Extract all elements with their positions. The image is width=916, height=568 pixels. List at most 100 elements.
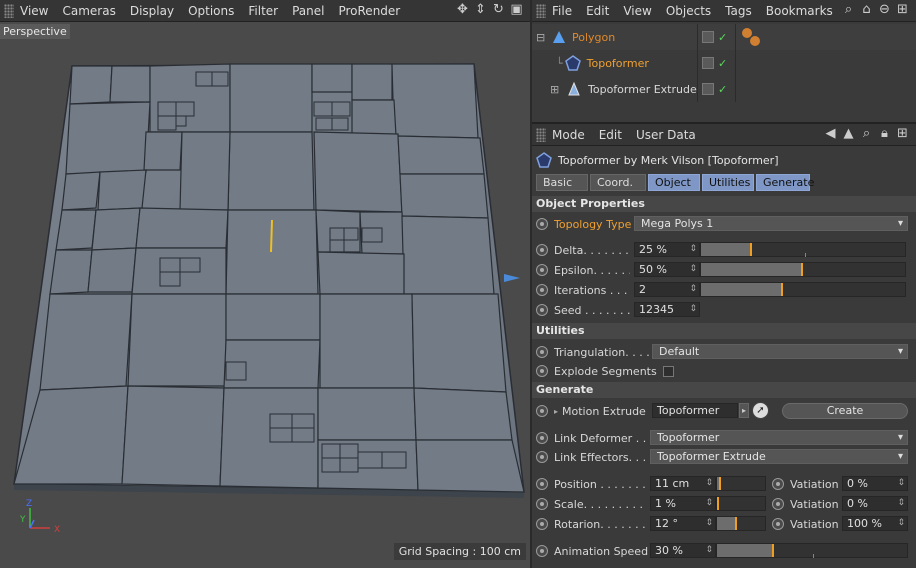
up-arrow-icon[interactable]: ▲ [841,126,856,141]
position-field[interactable]: 11 cm [650,476,716,491]
rotation-variation-field[interactable]: 100 % [842,516,908,531]
visibility-toggle[interactable] [702,31,714,43]
animate-radio[interactable] [536,264,548,276]
home-icon[interactable]: ⌂ [859,2,874,17]
object-row[interactable]: ⊟ Polygon ✓ [532,24,916,50]
menu-panel[interactable]: Panel [292,4,324,18]
link-deformer-dropdown[interactable]: Topoformer [650,430,908,445]
search-icon[interactable]: ⌕ [841,2,856,17]
expand-arrow-icon[interactable]: ▸ [554,407,558,416]
create-button[interactable]: Create [782,403,908,419]
new-window-icon[interactable]: ⊞ [895,126,910,141]
menu-prorender[interactable]: ProRender [338,4,400,18]
material-tag-icon[interactable] [740,26,762,48]
menu-display[interactable]: Display [130,4,174,18]
delta-slider[interactable] [700,242,906,257]
tab-coord[interactable]: Coord. [590,174,646,191]
animate-radio[interactable] [536,284,548,296]
animate-radio[interactable] [772,478,784,490]
position-slider[interactable] [716,476,766,491]
visibility-toggle[interactable] [702,83,714,95]
pentagon-icon [536,152,552,168]
menu-file[interactable]: File [552,4,572,18]
move-view-icon[interactable]: ✥ [455,2,470,17]
menu-user-data[interactable]: User Data [636,128,696,142]
lock-icon[interactable]: 🔒︎ [877,126,892,141]
animate-radio[interactable] [536,451,548,463]
dolly-view-icon[interactable]: ⇕ [473,2,488,17]
menu-edit[interactable]: Edit [599,128,622,142]
grip-handle[interactable] [536,3,546,18]
link-effectors-dropdown[interactable]: Topoformer Extrude [650,449,908,464]
menu-tags[interactable]: Tags [725,4,752,18]
rotation-row: Rotarion. . . . . . . [536,515,648,533]
link-effectors-label: Link Effectors. . . . [554,450,654,464]
maximize-view-icon[interactable]: ▣ [509,2,524,17]
object-row[interactable]: └ Topoformer ✓ [532,50,916,76]
iterations-field[interactable]: 2 [634,282,700,297]
expand-icon[interactable]: ⊞ [550,83,564,96]
position-variation-label: Vatiation [790,477,839,491]
pick-object-icon[interactable]: ➚ [752,402,769,419]
iterations-slider[interactable] [700,282,906,297]
visibility-toggle[interactable] [702,57,714,69]
enabled-check-icon[interactable]: ✓ [718,57,727,70]
animate-radio[interactable] [772,518,784,530]
collapse-icon[interactable]: ⊟ [536,31,550,44]
menu-cameras[interactable]: Cameras [62,4,115,18]
animate-radio[interactable] [536,498,548,510]
enabled-check-icon[interactable]: ✓ [718,31,727,44]
animate-radio[interactable] [772,498,784,510]
animate-radio[interactable] [536,405,548,417]
search-icon[interactable]: ⌕ [859,126,874,141]
tab-generate[interactable]: Generate [756,174,814,191]
position-variation-field[interactable]: 0 % [842,476,908,491]
animate-radio[interactable] [536,478,548,490]
epsilon-slider[interactable] [700,262,906,277]
tab-object[interactable]: Object [648,174,700,191]
menu-mode[interactable]: Mode [552,128,585,142]
explode-segments-checkbox[interactable] [662,365,674,377]
menu-options[interactable]: Options [188,4,234,18]
animate-radio[interactable] [536,244,548,256]
object-row[interactable]: ⊞ Topoformer Extrude ✓ [532,76,916,102]
topology-type-dropdown[interactable]: Mega Polys 1 [634,216,908,231]
back-arrow-icon[interactable]: ◀ [823,126,838,141]
menu-view[interactable]: View [623,4,651,18]
rotate-view-icon[interactable]: ↻ [491,2,506,17]
scale-field[interactable]: 1 % [650,496,716,511]
seed-field[interactable]: 12345 [634,302,700,317]
animate-radio[interactable] [536,518,548,530]
menu-view[interactable]: View [20,4,48,18]
viewport-canvas[interactable]: Perspective X Z Y Grid Spacing: 100 cm [0,22,530,568]
tab-utilities[interactable]: Utilities [702,174,754,191]
new-window-icon[interactable]: ⊞ [895,2,910,17]
menu-edit[interactable]: Edit [586,4,609,18]
motion-extrude-link[interactable]: Topoformer [652,403,738,418]
scale-variation-field[interactable]: 0 % [842,496,908,511]
menu-bookmarks[interactable]: Bookmarks [766,4,833,18]
epsilon-field[interactable]: 50 % [634,262,700,277]
rotation-slider[interactable] [716,516,766,531]
delta-field[interactable]: 25 % [634,242,700,257]
rotation-field[interactable]: 12 ° [650,516,716,531]
animate-radio[interactable] [536,432,548,444]
animation-speed-field[interactable]: 30 % [650,543,716,558]
animate-radio[interactable] [536,218,548,230]
menu-objects[interactable]: Objects [666,4,711,18]
menu-filter[interactable]: Filter [248,4,278,18]
animation-speed-slider[interactable] [716,543,908,558]
animate-radio[interactable] [536,365,548,377]
triangulation-label: Triangulation. . . . [554,345,650,359]
scale-slider[interactable] [716,496,766,511]
link-menu-arrow-icon[interactable]: ▸ [739,403,749,418]
triangulation-dropdown[interactable]: Default [652,344,908,359]
enabled-check-icon[interactable]: ✓ [718,83,727,96]
grip-handle[interactable] [4,3,14,18]
animate-radio[interactable] [536,304,548,316]
animate-radio[interactable] [536,346,548,358]
tab-basic[interactable]: Basic [536,174,588,191]
link-icon[interactable]: ⊖ [877,2,892,17]
grip-handle[interactable] [536,127,546,142]
animate-radio[interactable] [536,545,548,557]
